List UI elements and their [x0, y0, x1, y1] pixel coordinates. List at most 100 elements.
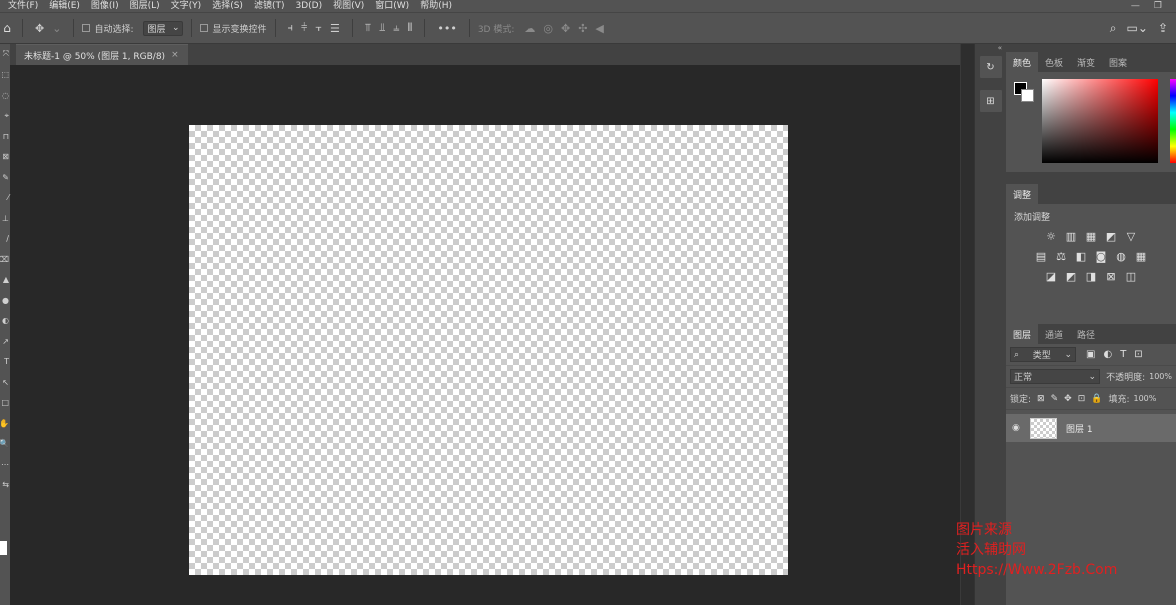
- shape-filter-icon[interactable]: ⊡: [1134, 349, 1142, 360]
- swap-colors-icon[interactable]: ⇆: [0, 475, 10, 496]
- tab-swatches[interactable]: 色板: [1038, 52, 1070, 72]
- more-options-button[interactable]: •••: [437, 22, 456, 35]
- menu-view[interactable]: 视图(V): [325, 0, 367, 12]
- menu-image[interactable]: 图像(I): [83, 0, 122, 12]
- move-tool-icon[interactable]: ⤧: [0, 44, 10, 65]
- tab-adjustments[interactable]: 调整: [1006, 184, 1039, 204]
- restore-button[interactable]: ❐: [1154, 0, 1162, 12]
- tab-paths[interactable]: 路径: [1070, 324, 1102, 344]
- drag-3d-icon[interactable]: ✥: [561, 22, 570, 35]
- visibility-eye-icon[interactable]: ◉: [1012, 423, 1026, 433]
- lock-pixels-icon[interactable]: ✎: [1051, 394, 1059, 404]
- tab-patterns[interactable]: 图案: [1102, 52, 1134, 72]
- brightness-icon[interactable]: ☼: [1044, 230, 1058, 243]
- layer-name[interactable]: 图层 1: [1066, 422, 1093, 435]
- checkbox-icon[interactable]: [200, 24, 209, 32]
- eyedropper-tool-icon[interactable]: ✎: [0, 167, 10, 188]
- color-picker-field[interactable]: [1042, 79, 1158, 163]
- menu-edit[interactable]: 编辑(E): [41, 0, 83, 12]
- roll-3d-icon[interactable]: ◎: [543, 22, 553, 35]
- auto-select-target-dropdown[interactable]: 图层 ⌄: [143, 20, 184, 36]
- path-select-tool-icon[interactable]: ↖: [0, 372, 10, 393]
- orbit-3d-icon[interactable]: ☁: [524, 22, 535, 35]
- pen-tool-icon[interactable]: ↗: [0, 331, 10, 352]
- lasso-tool-icon[interactable]: ◌: [0, 85, 10, 106]
- rectangle-tool-icon[interactable]: □: [0, 393, 10, 414]
- document-canvas[interactable]: [189, 125, 788, 575]
- align-right-icon[interactable]: ⫟: [315, 21, 322, 35]
- search-icon[interactable]: ⌕: [1110, 21, 1117, 36]
- lock-transparent-icon[interactable]: ⊠: [1037, 394, 1045, 404]
- pixel-filter-icon[interactable]: ▣: [1086, 349, 1095, 360]
- document-tab[interactable]: 未标题-1 @ 50% (图层 1, RGB/8) ×: [16, 44, 188, 65]
- slide-3d-icon[interactable]: ✣: [578, 22, 587, 35]
- show-transform-checkbox[interactable]: 显示变换控件: [200, 22, 267, 35]
- menu-select[interactable]: 选择(S): [204, 0, 246, 12]
- type-filter-icon[interactable]: T: [1120, 349, 1126, 360]
- frame-tool-icon[interactable]: ⊠: [0, 147, 10, 168]
- brush-tool-icon[interactable]: ⊥: [0, 208, 10, 229]
- menu-window[interactable]: 窗口(W): [367, 0, 412, 12]
- vibrance-icon[interactable]: ▽: [1124, 230, 1138, 243]
- tab-layers[interactable]: 图层: [1006, 324, 1039, 344]
- distribute-icon[interactable]: ☰: [330, 22, 340, 35]
- exposure-icon[interactable]: ◩: [1104, 230, 1118, 243]
- align-middle-v-icon[interactable]: ⫫: [379, 21, 385, 35]
- gradient-map-icon[interactable]: ◫: [1124, 270, 1138, 283]
- quick-select-tool-icon[interactable]: ⌖: [0, 106, 10, 127]
- menu-type[interactable]: 文字(Y): [163, 0, 205, 12]
- gradient-tool-icon[interactable]: ▲: [0, 270, 10, 291]
- properties-panel-icon[interactable]: ⊞: [979, 90, 1002, 112]
- color-balance-icon[interactable]: ⚖: [1054, 250, 1068, 263]
- selective-color-icon[interactable]: ⊠: [1104, 270, 1118, 283]
- collapse-icon[interactable]: «: [998, 44, 1002, 52]
- clone-stamp-tool-icon[interactable]: ∕: [0, 229, 10, 250]
- foreground-color-swatch[interactable]: [0, 541, 7, 555]
- channel-mixer-icon[interactable]: ◍: [1114, 250, 1128, 263]
- blur-tool-icon[interactable]: ●: [0, 290, 10, 311]
- hand-tool-icon[interactable]: ✋: [0, 413, 10, 434]
- menu-3d[interactable]: 3D(D): [287, 0, 325, 12]
- history-panel-icon[interactable]: ↻: [979, 56, 1002, 78]
- lock-artboard-icon[interactable]: ⊡: [1078, 394, 1086, 404]
- menu-help[interactable]: 帮助(H): [412, 0, 455, 12]
- align-bottom-icon[interactable]: ⫨: [393, 21, 399, 35]
- invert-icon[interactable]: ◪: [1044, 270, 1058, 283]
- checkbox-icon[interactable]: [82, 24, 91, 32]
- lock-position-icon[interactable]: ✥: [1064, 394, 1072, 404]
- align-center-h-icon[interactable]: ⫩: [301, 21, 307, 35]
- tab-channels[interactable]: 通道: [1038, 324, 1070, 344]
- posterize-icon[interactable]: ◩: [1064, 270, 1078, 283]
- tab-color[interactable]: 颜色: [1006, 52, 1039, 72]
- hue-slider[interactable]: [1170, 79, 1176, 163]
- type-tool-icon[interactable]: T: [0, 352, 10, 373]
- auto-select-checkbox[interactable]: 自动选择:: [82, 22, 133, 35]
- dodge-tool-icon[interactable]: ◐: [0, 311, 10, 332]
- curves-icon[interactable]: ▦: [1084, 230, 1098, 243]
- distribute-v-icon[interactable]: ⦀: [408, 21, 413, 35]
- lock-all-icon[interactable]: 🔒: [1091, 394, 1102, 404]
- move-tool-icon[interactable]: ✥: [35, 22, 44, 35]
- camera-3d-icon[interactable]: ◀: [595, 22, 603, 35]
- workspace-icon[interactable]: ▭⌄: [1127, 21, 1148, 35]
- background-swatch[interactable]: [1021, 89, 1034, 102]
- fill-input[interactable]: 100%: [1134, 394, 1157, 403]
- crop-tool-icon[interactable]: ⊓: [0, 126, 10, 147]
- layer-row[interactable]: ◉ 图层 1: [1006, 414, 1176, 442]
- zoom-tool-icon[interactable]: 🔍: [0, 434, 10, 455]
- align-left-icon[interactable]: ⫞: [288, 21, 294, 35]
- blend-mode-dropdown[interactable]: 正常 ⌄: [1010, 369, 1101, 384]
- hue-saturation-icon[interactable]: ▤: [1034, 250, 1048, 263]
- home-icon[interactable]: ⌂: [0, 21, 14, 35]
- black-white-icon[interactable]: ◧: [1074, 250, 1088, 263]
- healing-brush-tool-icon[interactable]: ⁄: [0, 188, 10, 209]
- color-lookup-icon[interactable]: ▦: [1134, 250, 1148, 263]
- marquee-tool-icon[interactable]: ⬚: [0, 65, 10, 86]
- layer-filter-dropdown[interactable]: ⌕ 类型 ⌄: [1010, 347, 1076, 362]
- eraser-tool-icon[interactable]: ⌫: [0, 249, 10, 270]
- chevron-down-icon[interactable]: ⌄: [52, 22, 61, 35]
- minimize-button[interactable]: —: [1131, 0, 1140, 12]
- align-top-icon[interactable]: ⫪: [365, 21, 371, 35]
- adjustment-filter-icon[interactable]: ◐: [1103, 349, 1112, 360]
- close-icon[interactable]: ×: [171, 50, 179, 60]
